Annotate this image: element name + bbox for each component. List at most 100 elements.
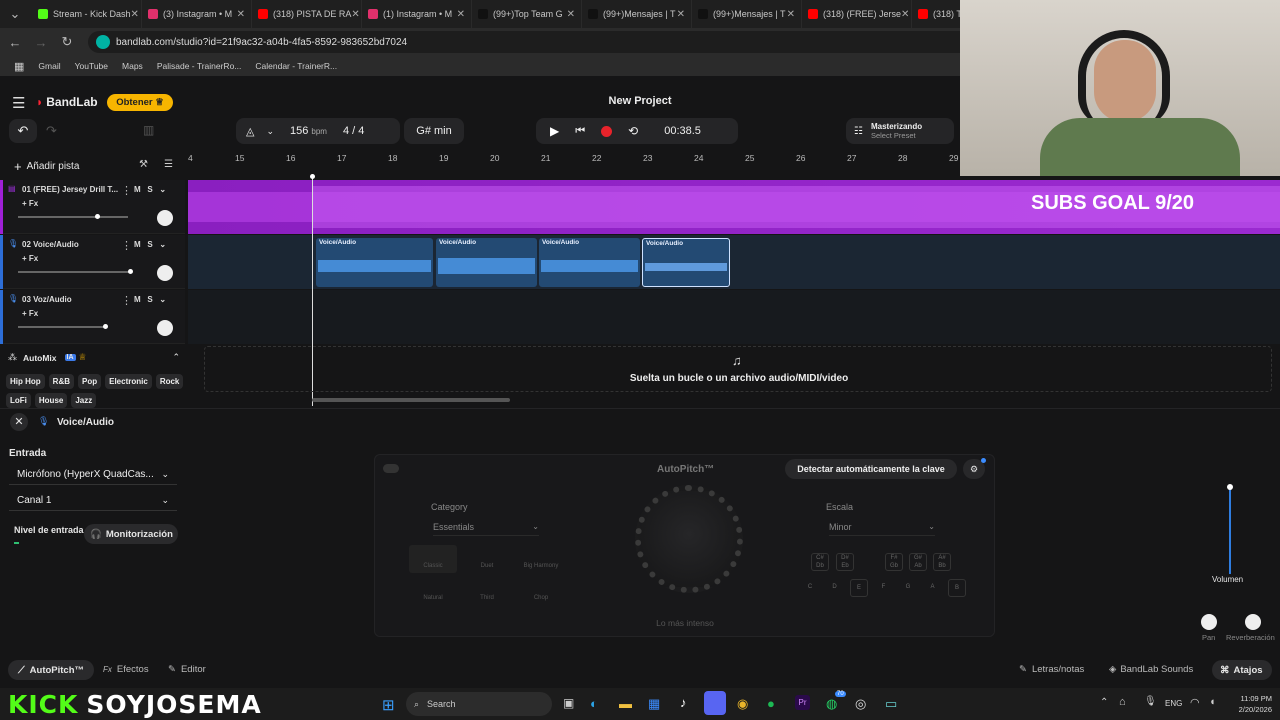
audio-clip[interactable]: Voice/Audio [316, 238, 433, 287]
scale-select[interactable]: Minor ⌄ [829, 518, 935, 536]
bookmark-calendar[interactable]: Calendar - TrainerR... [255, 61, 337, 71]
task-view-icon[interactable]: ▣ [563, 696, 574, 710]
solo-button[interactable]: S [147, 240, 152, 249]
browser-tab[interactable]: (3) Instagram • M ✕ [142, 0, 252, 28]
volume-icon[interactable]: ◖ [1209, 696, 1216, 708]
solo-button[interactable]: S [147, 185, 152, 194]
browser-tab[interactable]: (99+)Mensajes | T ✕ [692, 0, 802, 28]
detect-key-button[interactable]: Detectar automáticamente la clave [785, 459, 957, 479]
track-header-1[interactable]: ▤ 01 (FREE) Jersey Drill T... + Fx ⋮ M S… [0, 180, 185, 234]
pan-knob[interactable] [157, 210, 173, 226]
track-settings-icon[interactable]: ☰ [164, 159, 173, 170]
browser-tab[interactable]: (318) (FREE) Jerse ✕ [802, 0, 912, 28]
chevron-down-icon[interactable]: ⌄ [159, 295, 166, 304]
genre-tag[interactable]: Electronic [105, 374, 152, 389]
key-toggle[interactable]: C# Db [811, 553, 829, 571]
genre-tag[interactable]: Hip Hop [6, 374, 45, 389]
whatsapp-icon[interactable]: ◍ [826, 696, 837, 712]
horizontal-scrollbar[interactable] [312, 398, 510, 402]
track-lane-3[interactable] [188, 290, 1280, 344]
tiktok-icon[interactable]: ♪ [680, 695, 687, 710]
key-toggle[interactable]: D [826, 579, 844, 597]
menu-icon[interactable]: ☰ [12, 94, 25, 112]
windows-start-icon[interactable]: ⊞ [382, 696, 395, 714]
preset-chop[interactable]: Chop [517, 577, 565, 605]
browser-tab[interactable]: (99+)Top Team G ✕ [472, 0, 582, 28]
preset-third[interactable]: Third [463, 577, 511, 605]
site-info-icon[interactable] [96, 35, 110, 49]
play-icon[interactable]: ▶ [550, 124, 559, 138]
volume-fader[interactable] [1229, 486, 1231, 574]
close-icon[interactable]: ✕ [237, 9, 245, 20]
genre-tag[interactable]: Rock [155, 374, 184, 389]
close-icon[interactable]: ✕ [131, 9, 139, 20]
key-toggle[interactable]: G# Ab [909, 553, 927, 571]
wifi-icon[interactable]: ◠ [1190, 696, 1200, 709]
preset-duet[interactable]: Duet [463, 545, 511, 573]
reverb-knob[interactable] [1245, 614, 1261, 630]
track-name[interactable]: 02 Voice/Audio [22, 240, 79, 249]
preset-natural[interactable]: Natural [409, 577, 457, 605]
loop-icon[interactable]: ⟲ [628, 124, 638, 138]
bandlab-sounds-button[interactable]: ◈ BandLab Sounds [1109, 664, 1193, 675]
chevron-up-icon[interactable]: ⌃ [172, 352, 180, 363]
mastering-button[interactable]: ☷ Masterizando Select Preset [846, 118, 954, 144]
tab-effects[interactable]: Fx Efectos [103, 664, 149, 675]
preset-classic[interactable]: Classic [409, 545, 457, 573]
more-icon[interactable]: ⋮ [121, 294, 132, 307]
track-name[interactable]: 03 Voz/Audio [22, 295, 72, 304]
network-icon[interactable]: ⌂ [1119, 696, 1126, 708]
close-icon[interactable]: ✕ [901, 9, 909, 20]
channel-select[interactable]: Canal 1 ⌄ [9, 491, 177, 511]
close-icon[interactable]: ✕ [351, 9, 359, 20]
automix-header[interactable]: ⁂ AutoMix IA ♕ ⌃ [8, 352, 180, 363]
mute-button[interactable]: M [134, 240, 141, 249]
close-icon[interactable]: ✕ [677, 9, 685, 20]
clock[interactable]: 11:09 PM 2/20/2026 [1228, 693, 1272, 715]
chevron-down-icon[interactable]: ⌄ [159, 240, 166, 249]
drop-zone[interactable]: ♫ Suelta un bucle o un archivo audio/MID… [204, 346, 1272, 392]
key-toggle[interactable]: C [801, 579, 819, 597]
undo-button[interactable]: ↶ [9, 119, 37, 143]
taskbar-search[interactable]: ⌕ Search [406, 692, 552, 716]
genre-tag[interactable]: Pop [78, 374, 102, 389]
chrome-icon[interactable]: ◉ [737, 696, 748, 712]
project-title[interactable]: New Project [590, 95, 690, 107]
key-toggle[interactable]: A# Bb [933, 553, 951, 571]
add-fx-button[interactable]: + Fx [22, 309, 38, 318]
obtain-button[interactable]: Obtener ♕ [107, 94, 173, 111]
track-lane-1[interactable]: SUBS GOAL 9/20 [188, 180, 1280, 234]
lyrics-button[interactable]: ✎ Letras/notas [1019, 664, 1084, 675]
rewind-icon[interactable]: ⏮ [575, 125, 585, 138]
browser-tab[interactable]: (99+)Mensajes | T ✕ [582, 0, 692, 28]
mute-button[interactable]: M [134, 185, 141, 194]
piano-roll-icon[interactable]: ▥ [143, 123, 154, 137]
record-icon[interactable] [601, 125, 613, 137]
more-icon[interactable]: ⋮ [121, 239, 132, 252]
slider-thumb[interactable] [103, 324, 108, 329]
redo-button[interactable]: ↷ [46, 123, 57, 139]
bandlab-logo[interactable]: ◗ BandLab [36, 95, 98, 109]
key-toggle[interactable]: D# Eb [836, 553, 854, 571]
genre-tag[interactable]: Jazz [71, 393, 97, 408]
chevron-down-icon[interactable]: ⌄ [159, 185, 166, 194]
monitoring-button[interactable]: 🎧 Monitorización [84, 524, 178, 544]
browser-tab[interactable]: (1) Instagram • M ✕ [362, 0, 472, 28]
genre-tag[interactable]: LoFi [6, 393, 31, 408]
pan-knob[interactable] [157, 320, 173, 336]
bookmark-palisade[interactable]: Palisade - TrainerRo... [157, 61, 242, 71]
track-header-2[interactable]: 🎙 02 Voice/Audio + Fx ⋮ M S ⌄ [0, 235, 185, 289]
forward-icon[interactable]: → [30, 35, 52, 50]
premiere-icon[interactable]: Pr [795, 695, 810, 710]
microphone-select[interactable]: Micrófono (HyperX QuadCas... ⌄ [9, 465, 177, 485]
audio-clip-selected[interactable]: Voice/Audio [642, 238, 730, 287]
close-icon[interactable]: ✕ [787, 9, 795, 20]
obs-icon[interactable]: ◎ [855, 696, 866, 712]
spotify-icon[interactable]: ● [767, 696, 775, 711]
intensity-knob[interactable] [635, 485, 743, 593]
solo-button[interactable]: S [147, 295, 152, 304]
back-icon[interactable]: ← [4, 35, 26, 50]
key-toggle[interactable]: B [948, 579, 966, 597]
genre-tag[interactable]: House [34, 393, 68, 408]
key-toggle[interactable]: G [899, 579, 917, 597]
